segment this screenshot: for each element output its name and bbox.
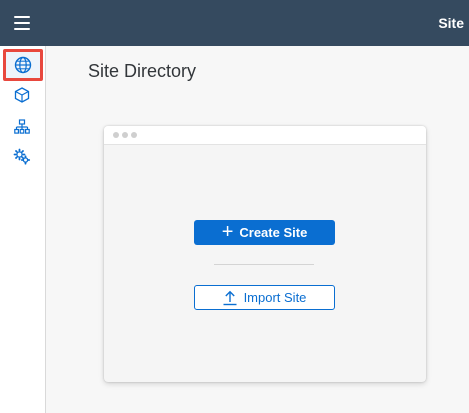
upload-icon [223, 290, 237, 305]
create-site-button[interactable]: + Create Site [194, 220, 335, 245]
divider [214, 264, 314, 265]
page-title: Site Directory [88, 61, 197, 81]
window-dot-icon [113, 132, 119, 138]
hamburger-menu-icon[interactable] [12, 14, 32, 32]
site-directory-card: + Create Site Import Site [104, 126, 426, 382]
import-site-button[interactable]: Import Site [194, 285, 335, 310]
sidebar-item-settings[interactable] [6, 142, 38, 172]
plus-icon: + [221, 220, 234, 243]
window-dot-icon [131, 132, 137, 138]
app-title: Site [438, 15, 464, 31]
globe-icon [14, 56, 32, 74]
hierarchy-icon [14, 119, 30, 134]
sidebar-item-sites[interactable] [3, 49, 43, 81]
import-site-label: Import Site [243, 290, 307, 305]
cube-icon [14, 87, 30, 103]
gears-icon [13, 148, 31, 165]
sidebar-item-hierarchy[interactable] [6, 112, 38, 142]
app-window: Site Site Directory + Create Site Import… [0, 0, 469, 413]
shell-header: Site [0, 0, 469, 46]
sidebar-item-content[interactable] [6, 80, 38, 110]
main-content: Site Directory + Create Site Import Site [46, 46, 469, 413]
window-dot-icon [122, 132, 128, 138]
side-navigation [0, 46, 46, 413]
create-site-label: Create Site [239, 225, 308, 240]
card-header [104, 126, 426, 145]
